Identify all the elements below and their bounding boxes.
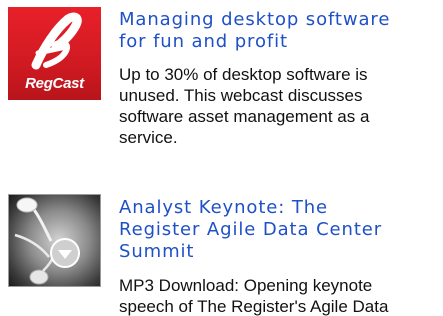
- earphones-graphic: [14, 197, 80, 285]
- regcast-wordmark: RegCast: [25, 75, 84, 92]
- content-item: Analyst Keynote: The Register Agile Data…: [0, 190, 443, 316]
- regcast-swoosh-icon: [31, 12, 82, 70]
- earphones-download-icon[interactable]: [8, 194, 101, 287]
- regcast-logo-icon[interactable]: RegCast: [8, 7, 101, 100]
- item-title-link[interactable]: Analyst Keynote: The Register Agile Data…: [119, 197, 441, 263]
- item-description: MP3 Download: Opening keynote speech of …: [119, 276, 389, 316]
- content-item: RegCast Managing desktop software for fu…: [0, 0, 443, 180]
- item-title-link[interactable]: Managing desktop software for fun and pr…: [119, 9, 441, 53]
- item-description: Up to 30% of desktop software is unused.…: [119, 65, 370, 147]
